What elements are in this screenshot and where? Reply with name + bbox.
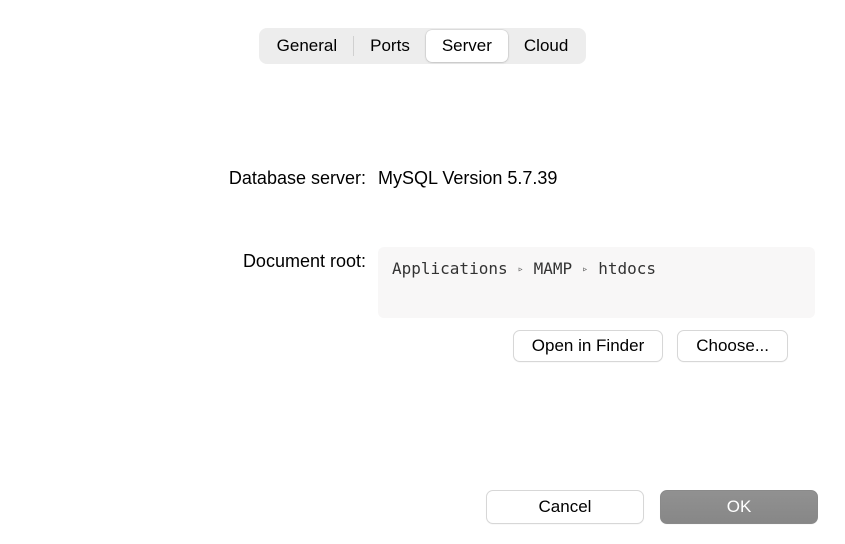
document-root-row: Document root: Applications ▹ MAMP ▹ htd… (30, 247, 815, 318)
document-root-path-box: Applications ▹ MAMP ▹ htdocs (378, 247, 815, 318)
document-root-actions: Open in Finder Choose... (30, 330, 815, 362)
tabs-segmented-control: General Ports Server Cloud (259, 28, 587, 64)
open-in-finder-button[interactable]: Open in Finder (513, 330, 663, 362)
path-segment: htdocs (598, 259, 656, 278)
ok-button[interactable]: OK (660, 490, 818, 524)
tab-ports[interactable]: Ports (354, 30, 426, 62)
database-server-value: MySQL Version 5.7.39 (378, 164, 557, 189)
chevron-right-icon: ▹ (582, 264, 588, 275)
database-server-label: Database server: (30, 164, 378, 189)
chevron-right-icon: ▹ (518, 264, 524, 275)
tabs-container: General Ports Server Cloud (0, 0, 845, 64)
server-settings-panel: Database server: MySQL Version 5.7.39 Do… (0, 164, 845, 362)
tab-general[interactable]: General (261, 30, 353, 62)
path-segment: Applications (392, 259, 508, 278)
cancel-button[interactable]: Cancel (486, 490, 644, 524)
tab-cloud[interactable]: Cloud (508, 30, 584, 62)
path-segment: MAMP (534, 259, 573, 278)
dialog-footer: Cancel OK (486, 490, 818, 524)
database-server-row: Database server: MySQL Version 5.7.39 (30, 164, 815, 189)
tab-server[interactable]: Server (426, 30, 508, 62)
document-root-label: Document root: (30, 247, 378, 272)
choose-button[interactable]: Choose... (677, 330, 788, 362)
